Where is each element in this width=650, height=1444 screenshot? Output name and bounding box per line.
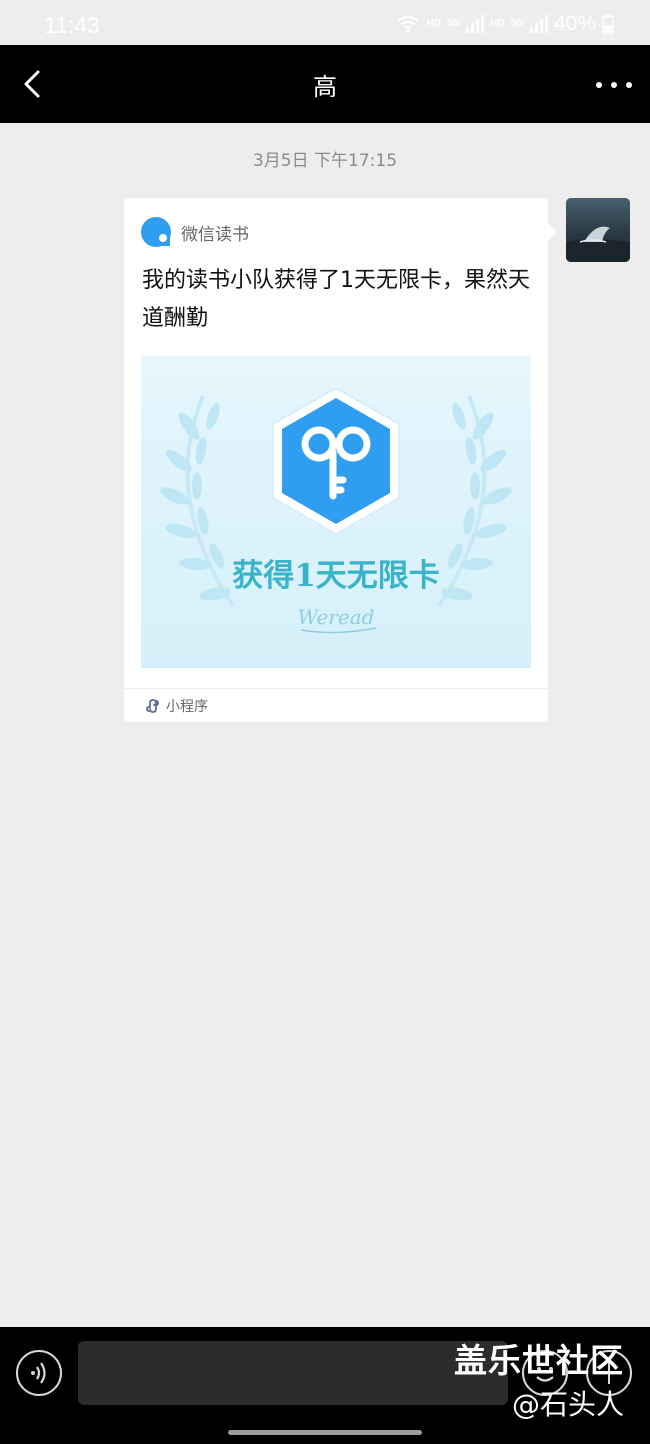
message-input[interactable] <box>78 1341 508 1405</box>
voice-button[interactable] <box>16 1350 62 1396</box>
mini-program-card[interactable]: 微信读书 我的读书小队获得了1天无限卡，果然天道酬勤 获得1天无限卡 Werea… <box>124 198 557 722</box>
more-button[interactable] <box>596 75 632 95</box>
laurel-left-icon <box>160 395 235 608</box>
card-divider <box>124 688 548 689</box>
more-dot <box>611 82 617 88</box>
home-indicator[interactable] <box>228 1430 422 1435</box>
bubble-tail <box>548 223 557 241</box>
card-image-signature: Weread <box>298 605 375 629</box>
avatar[interactable] <box>566 198 630 262</box>
weread-logo-icon <box>141 217 171 247</box>
mini-program-label: 小程序 <box>166 699 208 715</box>
battery-level: 40% <box>553 12 596 35</box>
more-dot <box>596 82 602 88</box>
laurel-right-icon <box>437 395 512 608</box>
card-image-text: 获得1天无限卡 <box>232 558 440 594</box>
mini-program-icon <box>146 699 159 713</box>
chat-header: 高 <box>0 45 650 123</box>
card-title: 我的读书小队获得了1天无限卡，果然天道酬勤 <box>142 268 530 331</box>
card-image: 获得1天无限卡 Weread <box>141 356 531 668</box>
status-indicators: HD 5G HD 5G 40% <box>396 12 614 36</box>
signal-bars-1-icon <box>466 15 485 33</box>
network-2-type: 5G <box>510 18 524 29</box>
status-time: 11:43 <box>44 12 100 38</box>
mini-program-footer: 小程序 <box>144 696 208 716</box>
signal-bars-2-icon <box>529 15 548 33</box>
status-bar: 11:43 HD 5G HD 5G 40% <box>0 0 650 45</box>
watermark-sub: @石头人 <box>512 1388 625 1421</box>
network-2-label: HD <box>490 18 505 29</box>
network-1-type: 5G <box>446 18 461 29</box>
message-timestamp: 3月5日 下午17:15 <box>252 151 398 171</box>
card-source: 微信读书 <box>140 216 249 248</box>
battery-icon <box>602 14 614 34</box>
avatar-image <box>566 198 630 262</box>
more-dot <box>626 82 632 88</box>
card-source-name: 微信读书 <box>181 224 249 245</box>
chat-title: 高 <box>313 73 337 101</box>
infinity-key-badge-icon <box>272 386 400 536</box>
network-1-label: HD <box>426 18 441 29</box>
watermark-main: 盖乐世社区 <box>454 1341 624 1380</box>
wifi-icon <box>397 15 420 33</box>
voice-icon <box>31 1362 46 1384</box>
